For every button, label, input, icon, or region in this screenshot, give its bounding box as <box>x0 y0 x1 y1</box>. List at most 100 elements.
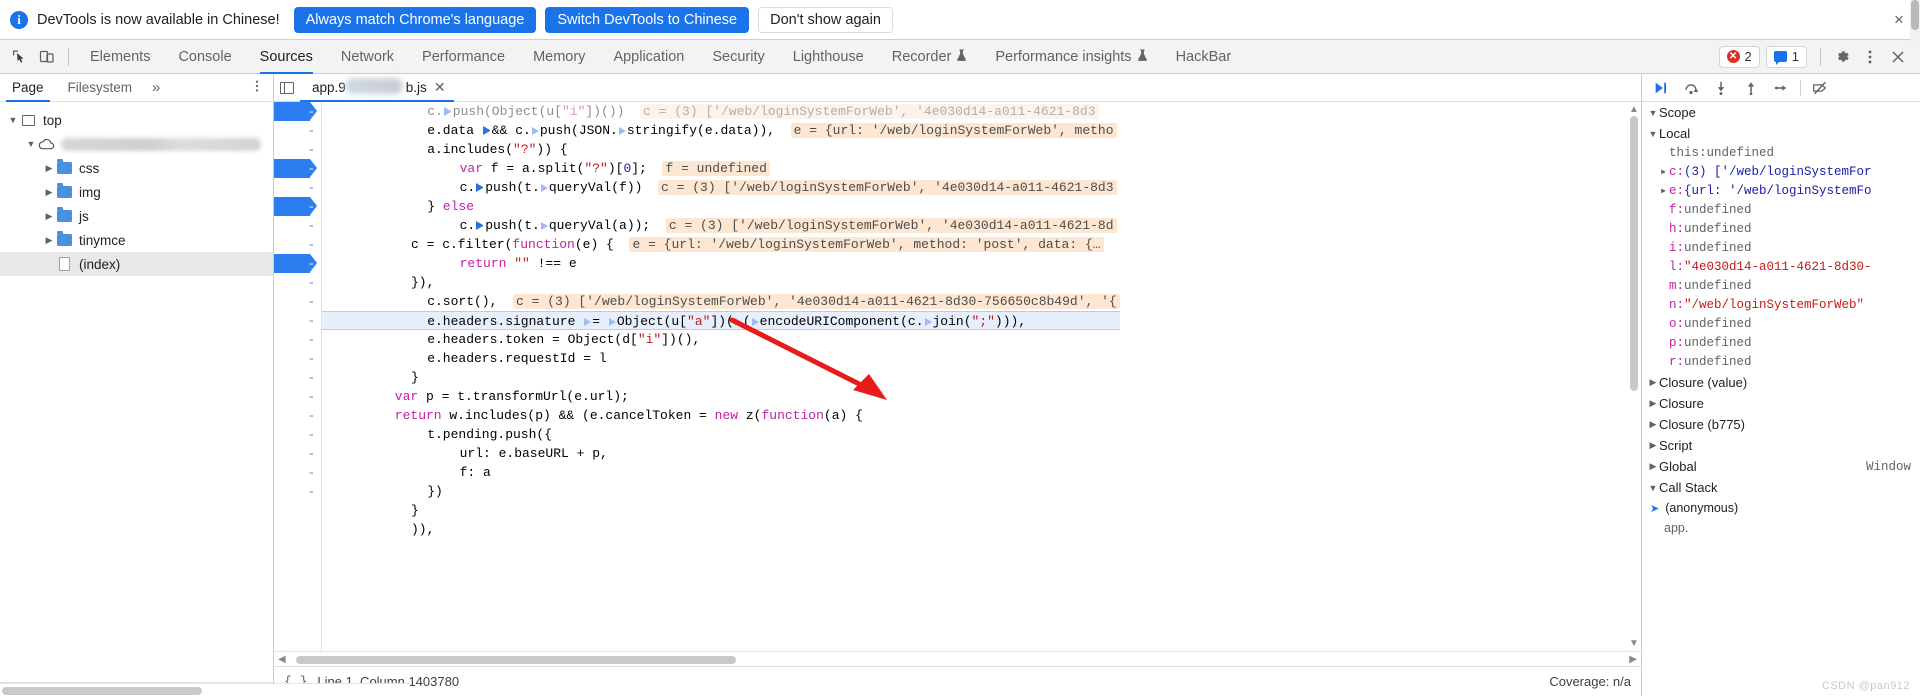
scroll-up-icon[interactable]: ▲ <box>1629 104 1639 115</box>
chevron-right-icon[interactable]: ▶ <box>42 163 56 174</box>
local-scope-header[interactable]: ▼ Local <box>1642 123 1920 144</box>
code-line[interactable]: c. push(Object(u["i"])()) c = (3) ['/web/… <box>322 102 1120 121</box>
dont-show-again-button[interactable]: Don't show again <box>758 6 893 33</box>
code-vertical-scrollbar[interactable]: ▲ ▼ <box>1627 102 1641 651</box>
gear-icon[interactable] <box>1828 43 1856 71</box>
scope-group-closure[interactable]: ▶ Closure <box>1642 393 1920 414</box>
code-line[interactable]: var f = a.split("?")[0]; f = undefined <box>322 159 1120 178</box>
code-line[interactable]: a.includes("?")) { <box>322 140 1120 159</box>
gutter-line[interactable]: - <box>274 140 321 159</box>
error-count-badge[interactable]: ✕ 2 <box>1718 45 1760 68</box>
tree-item-top[interactable]: ▼ top <box>0 108 273 132</box>
code-horizontal-scrollbar[interactable]: ◀ ▶ <box>274 651 1641 666</box>
gutter-line[interactable]: - <box>274 102 321 121</box>
scope-variable-row[interactable]: n: "/web/loginSystemForWeb" <box>1642 296 1920 315</box>
step-over-button[interactable] <box>1676 75 1706 101</box>
gutter-line[interactable]: - <box>274 482 321 501</box>
code-line[interactable]: return w.includes(p) && (e.cancelToken =… <box>322 406 1120 425</box>
gutter-line[interactable]: - <box>274 121 321 140</box>
code-line[interactable]: t.pending.push({ <box>322 425 1120 444</box>
tab-hackbar[interactable]: HackBar <box>1162 40 1246 74</box>
tree-item-img[interactable]: ▶ img <box>0 180 273 204</box>
show-navigator-icon[interactable] <box>274 74 300 102</box>
chevron-right-icon[interactable]: ▶ <box>42 211 56 222</box>
code-line[interactable]: e.headers.token = Object(d["i"])(), <box>322 330 1120 349</box>
bottom-horizontal-scrollbar[interactable] <box>0 683 410 696</box>
tab-console[interactable]: Console <box>164 40 245 74</box>
debugger-scope-panel[interactable]: ▼ Scope ▼ Local this: undefined ▶ c: (3) [… <box>1642 102 1920 696</box>
scrollbar-thumb[interactable] <box>296 656 736 664</box>
always-match-language-button[interactable]: Always match Chrome's language <box>293 6 537 33</box>
close-icon[interactable]: ✕ <box>434 79 446 96</box>
chevron-right-icon[interactable]: ▶ <box>1658 182 1669 201</box>
gutter-line[interactable]: - <box>274 216 321 235</box>
step-button[interactable] <box>1766 75 1796 101</box>
gutter-line[interactable]: - <box>274 425 321 444</box>
chevron-right-icon[interactable]: ▶ <box>42 235 56 246</box>
tab-performance[interactable]: Performance <box>408 40 519 74</box>
chevron-down-icon[interactable]: ▼ <box>6 115 20 125</box>
code-scroll-region[interactable]: c. push(Object(u["i"])()) c = (3) ['/web/… <box>322 102 1641 651</box>
scope-variable-row[interactable]: f: undefined <box>1642 201 1920 220</box>
code-line[interactable]: f: a <box>322 463 1120 482</box>
tab-lighthouse[interactable]: Lighthouse <box>779 40 878 74</box>
code-line[interactable]: c.sort(), c = (3) ['/web/loginSystemForW… <box>322 292 1120 311</box>
code-line[interactable]: e.headers.signature = Object(u["a"])((en… <box>322 311 1120 330</box>
code-line[interactable]: c = c.filter(function(e) { e = {url: '/w… <box>322 235 1120 254</box>
call-stack-header[interactable]: ▼ Call Stack <box>1642 477 1920 498</box>
gutter-line[interactable]: - <box>274 159 321 178</box>
scroll-left-icon[interactable]: ◀ <box>278 654 286 665</box>
tree-item-redacted[interactable]: ▼ <box>0 132 273 156</box>
step-out-button[interactable] <box>1736 75 1766 101</box>
device-toolbar-icon[interactable] <box>33 43 61 71</box>
gutter-line[interactable]: - <box>274 444 321 463</box>
tab-network[interactable]: Network <box>327 40 408 74</box>
scroll-right-icon[interactable]: ▶ <box>1629 654 1637 665</box>
code-line[interactable]: url: e.baseURL + p, <box>322 444 1120 463</box>
code-editor[interactable]: --------------------- c. push(Object(u["i… <box>274 102 1641 651</box>
gutter-line[interactable]: - <box>274 254 321 273</box>
tab-security[interactable]: Security <box>698 40 778 74</box>
code-line[interactable]: )), <box>322 520 1120 539</box>
scrollbar-thumb[interactable] <box>2 687 202 695</box>
scrollbar-thumb[interactable] <box>1630 116 1638 391</box>
code-line[interactable]: c. push(t. queryVal(f)) c = (3) ['/web/log… <box>322 178 1120 197</box>
tab-application[interactable]: Application <box>599 40 698 74</box>
gutter-line[interactable]: - <box>274 197 321 216</box>
tab-sources[interactable]: Sources <box>246 40 327 74</box>
gutter-line[interactable]: - <box>274 311 321 330</box>
scope-variable-row[interactable]: this: undefined <box>1642 144 1920 163</box>
code-line[interactable]: var p = t.transformUrl(e.url); <box>322 387 1120 406</box>
tab-memory[interactable]: Memory <box>519 40 599 74</box>
code-line[interactable]: }) <box>322 482 1120 501</box>
tab-performance-insights[interactable]: Performance insights <box>981 40 1161 74</box>
code-line[interactable]: }), <box>322 273 1120 292</box>
resume-button[interactable] <box>1646 75 1676 101</box>
scope-variable-row[interactable]: ▶ e: {url: '/web/loginSystemFo <box>1642 182 1920 201</box>
tree-item-tinymce[interactable]: ▶ tinymce <box>0 228 273 252</box>
scope-variable-row[interactable]: ▶ c: (3) ['/web/loginSystemFor <box>1642 163 1920 182</box>
gutter-line[interactable]: - <box>274 330 321 349</box>
call-stack-frame[interactable]: ➤ (anonymous) <box>1642 498 1920 518</box>
scope-group-script[interactable]: ▶ Script <box>1642 435 1920 456</box>
gutter-line[interactable]: - <box>274 273 321 292</box>
scope-group-global[interactable]: ▶ Global Window <box>1642 456 1920 477</box>
scope-variable-row[interactable]: l: "4e030d14-a011-4621-8d30- <box>1642 258 1920 277</box>
scope-variable-row[interactable]: p: undefined <box>1642 334 1920 353</box>
code-line[interactable]: e.data && c. push(JSON. stringify(e.data))… <box>322 121 1120 140</box>
message-count-badge[interactable]: 1 <box>1765 45 1807 68</box>
chevron-right-icon[interactable]: ▶ <box>1658 163 1669 182</box>
deactivate-breakpoints-button[interactable] <box>1805 75 1835 101</box>
navigator-tab-page[interactable]: Page <box>0 74 56 102</box>
scroll-down-icon[interactable]: ▼ <box>1629 638 1639 649</box>
tab-recorder[interactable]: Recorder <box>878 40 982 74</box>
code-line[interactable]: return "" !== e <box>322 254 1120 273</box>
navigator-menu-icon[interactable] <box>241 79 273 97</box>
chevron-right-icon[interactable]: ▶ <box>42 187 56 198</box>
scope-variable-row[interactable]: r: undefined <box>1642 353 1920 372</box>
scope-section-header[interactable]: ▼ Scope <box>1642 102 1920 123</box>
code-line[interactable]: } <box>322 368 1120 387</box>
tree-item-css[interactable]: ▶ css <box>0 156 273 180</box>
navigator-more-tabs-icon[interactable]: » <box>144 79 168 96</box>
gutter-line[interactable]: - <box>274 235 321 254</box>
